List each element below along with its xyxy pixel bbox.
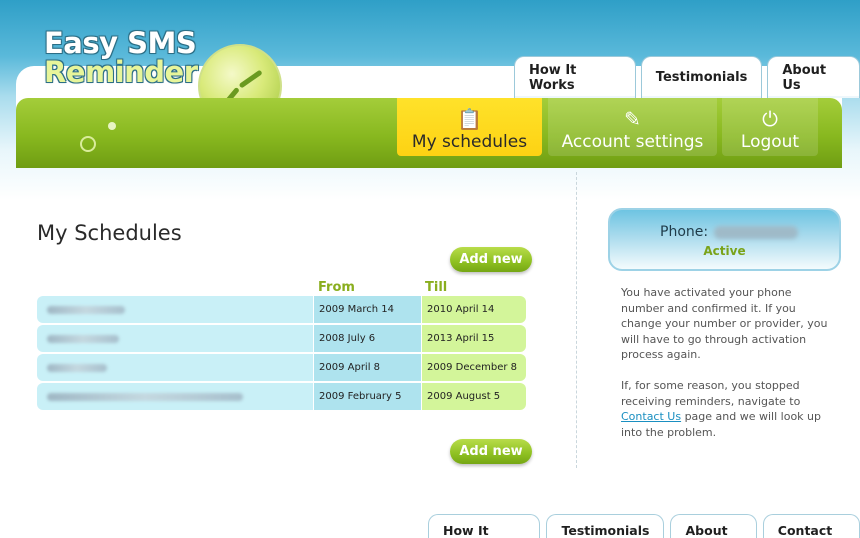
column-header-till: Till [425, 280, 448, 295]
main-nav-bar: 📋 My schedules ✎ Account settings ⏻ Logo… [16, 98, 842, 168]
schedule-icon: 📋 [457, 107, 482, 131]
top-tab-testimonials[interactable]: Testimonials [640, 56, 763, 98]
power-icon: ⏻ [762, 107, 778, 131]
till-cell: 2010 April 14 [422, 296, 526, 323]
till-cell: 2009 December 8 [422, 354, 526, 381]
vertical-divider [576, 172, 577, 468]
phone-label: Phone: [660, 224, 709, 240]
phone-status-box: Phone: Active [608, 208, 841, 271]
top-tab-how-it-works[interactable]: How It Works [514, 56, 636, 98]
top-navigation: How It Works Testimonials About Us [514, 56, 860, 98]
support-info-text: If, for some reason, you stopped receivi… [621, 378, 831, 440]
logo-text-line2: Reminder [44, 55, 198, 89]
nav-my-schedules-label: My schedules [411, 132, 528, 152]
settings-clipboard-icon: ✎ [624, 107, 641, 131]
redacted-text [47, 305, 125, 314]
logo-text-line1: Easy SMS [44, 26, 197, 60]
add-new-button-top[interactable]: Add new [450, 247, 532, 272]
redacted-text [47, 334, 119, 343]
schedule-name-cell [37, 325, 313, 352]
from-cell: 2008 July 6 [314, 325, 421, 352]
nav-logout[interactable]: ⏻ Logout [722, 98, 818, 156]
footer-tab-about-us[interactable]: About Us [670, 514, 757, 538]
contact-us-link[interactable]: Contact Us [621, 410, 681, 423]
footer-tab-contact-us[interactable]: Contact Us [762, 514, 860, 538]
redacted-text [47, 363, 107, 372]
top-tab-about-us[interactable]: About Us [767, 56, 860, 98]
activation-info-text: You have activated your phone number and… [621, 286, 828, 361]
column-header-from: From [318, 280, 355, 295]
status-badge: Active [703, 244, 746, 258]
decorative-circle-icon [80, 136, 96, 152]
footer-navigation: How It Works Testimonials About Us Conta… [428, 514, 860, 538]
nav-logout-label: Logout [740, 132, 800, 152]
schedule-name-cell [37, 354, 313, 381]
till-cell: 2009 August 5 [422, 383, 526, 410]
from-cell: 2009 April 8 [314, 354, 421, 381]
from-cell: 2009 February 5 [314, 383, 421, 410]
footer-tab-how-it-works[interactable]: How It Works [428, 514, 541, 538]
schedule-name-cell [37, 383, 313, 410]
table-row[interactable]: 2009 April 8 2009 December 8 [37, 354, 526, 381]
nav-account-settings[interactable]: ✎ Account settings [548, 98, 717, 156]
support-info-before: If, for some reason, you stopped receivi… [621, 379, 801, 408]
redacted-text [47, 392, 243, 401]
nav-account-settings-label: Account settings [561, 132, 704, 152]
page-title: My Schedules [37, 221, 182, 245]
footer-tab-testimonials[interactable]: Testimonials [546, 514, 665, 538]
table-row[interactable]: 2008 July 6 2013 April 15 [37, 325, 526, 352]
table-row[interactable]: 2009 February 5 2009 August 5 [37, 383, 526, 410]
schedule-name-cell [37, 296, 313, 323]
add-new-button-bottom[interactable]: Add new [450, 439, 532, 464]
redacted-phone-number [714, 226, 798, 239]
from-cell: 2009 March 14 [314, 296, 421, 323]
decorative-dot-icon [108, 122, 116, 130]
logo[interactable]: Easy SMS Reminder [40, 26, 282, 128]
nav-my-schedules[interactable]: 📋 My schedules [397, 98, 542, 156]
till-cell: 2013 April 15 [422, 325, 526, 352]
table-row[interactable]: 2009 March 14 2010 April 14 [37, 296, 526, 323]
